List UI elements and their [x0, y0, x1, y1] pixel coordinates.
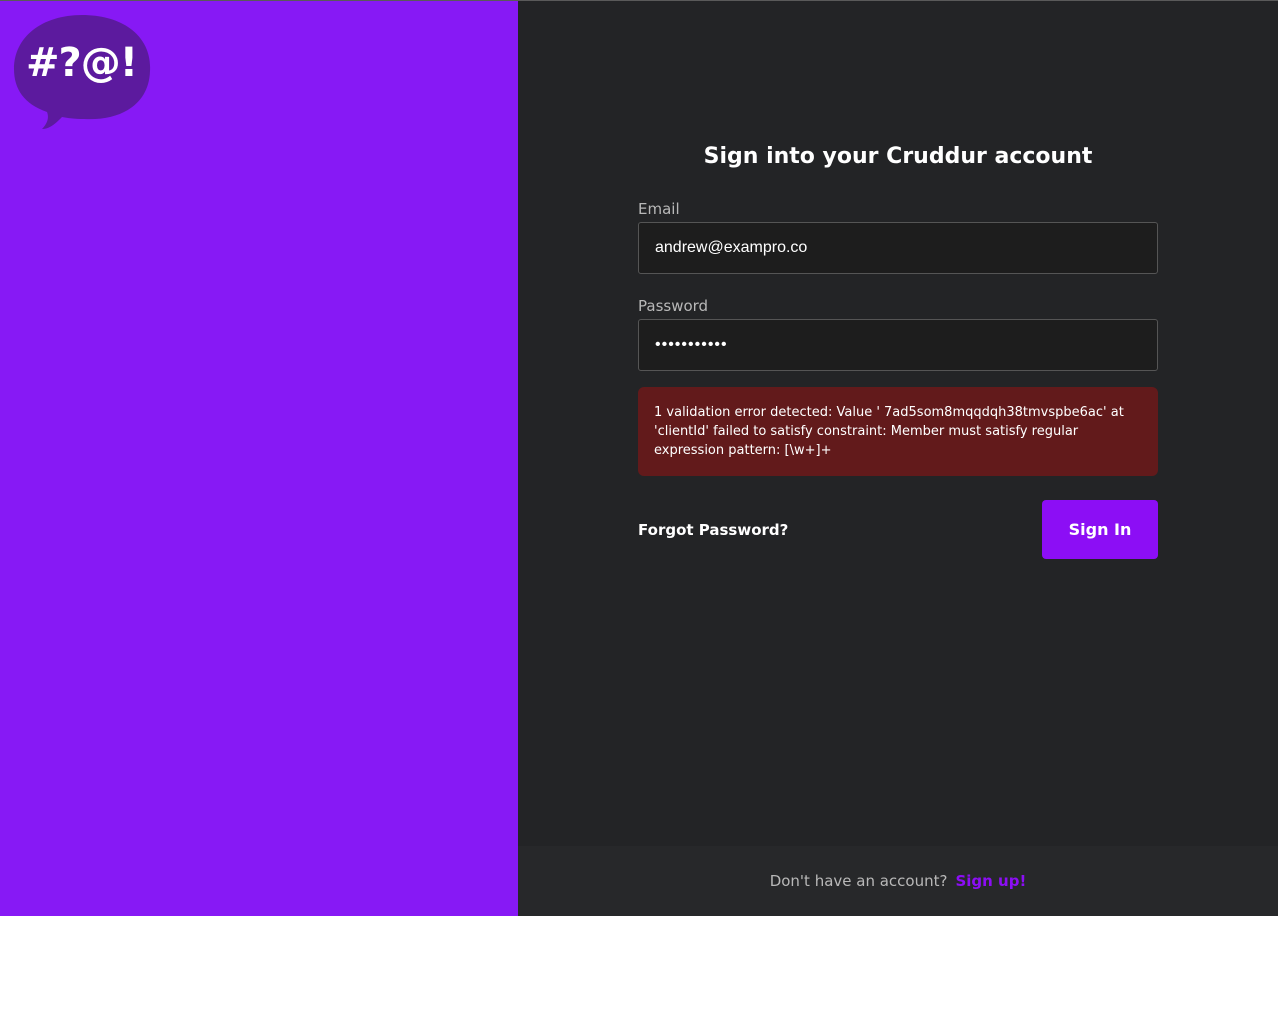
form-panel: Sign into your Cruddur account Email Pas…: [518, 1, 1278, 916]
signup-prompt: Don't have an account?: [769, 872, 948, 890]
signup-footer: Don't have an account? Sign up!: [518, 846, 1278, 916]
email-field[interactable]: [638, 222, 1158, 274]
sign-in-button[interactable]: Sign In: [1042, 500, 1158, 559]
brand-panel: #?@!: [0, 1, 518, 916]
forgot-password-link[interactable]: Forgot Password?: [638, 521, 788, 539]
password-field[interactable]: [638, 319, 1158, 371]
password-label: Password: [638, 297, 709, 315]
app-window: #?@! Sign into your Cruddur account Emai…: [0, 0, 1278, 916]
sign-up-link[interactable]: Sign up!: [955, 872, 1026, 890]
logo: #?@!: [12, 13, 154, 131]
error-message: 1 validation error detected: Value ' 7ad…: [638, 387, 1158, 476]
page-title: Sign into your Cruddur account: [703, 144, 1093, 169]
email-label: Email: [638, 200, 680, 218]
logo-text: #?@!: [26, 40, 138, 86]
